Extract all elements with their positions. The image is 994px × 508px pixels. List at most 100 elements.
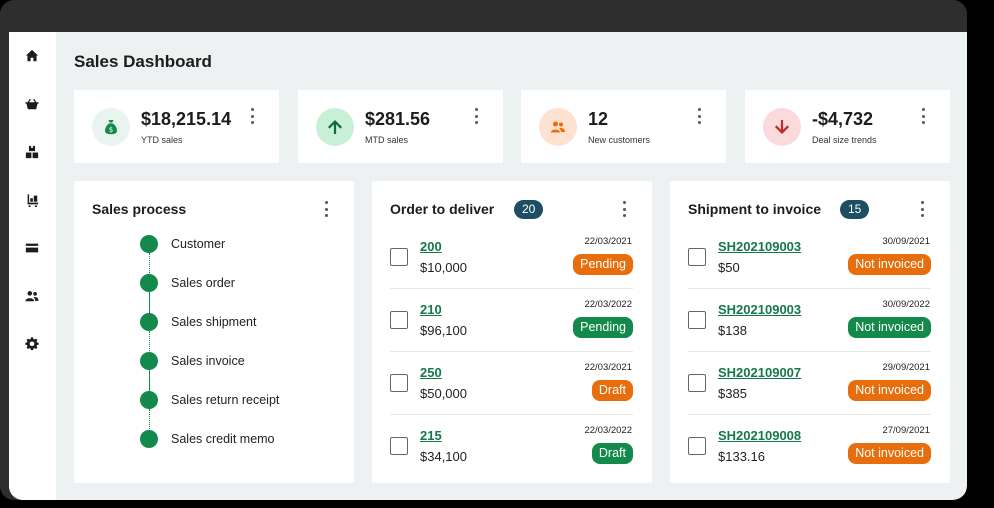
svg-text:$: $ (109, 126, 113, 134)
shipment-amount: $133.16 (718, 449, 765, 464)
people-icon (539, 108, 577, 146)
process-connector (149, 331, 150, 353)
row-checkbox[interactable] (688, 437, 706, 455)
process-connector (149, 409, 150, 431)
more-options-icon[interactable] (473, 108, 479, 124)
order-to-deliver-panel: Order to deliver 20 200 $10,000 22/03/20… (372, 181, 652, 483)
order-date: 22/03/2022 (584, 425, 632, 436)
shipment-amount: $138 (718, 323, 747, 338)
status-badge: Not invoiced (848, 443, 931, 464)
more-options-icon[interactable] (621, 201, 627, 217)
table-row: SH202109008 $133.16 27/09/2021 Not invoi… (670, 415, 950, 478)
row-checkbox[interactable] (688, 374, 706, 392)
step-dot (140, 391, 158, 409)
kpi-card-mtd-sales: $281.56 MTD sales (298, 90, 503, 163)
app-frame: Sales Dashboard $ $18,215.14 YTD sales $… (0, 0, 967, 500)
order-link[interactable]: 250 (420, 365, 442, 380)
shipment-amount: $50 (718, 260, 740, 275)
table-row: 250 $50,000 22/03/2021 Draft (372, 352, 652, 415)
shipment-to-invoice-panel: Shipment to invoice 15 SH202109003 $50 3… (670, 181, 950, 483)
table-row: 210 $96,100 22/03/2022 Pending (372, 289, 652, 352)
page-title: Sales Dashboard (74, 52, 212, 71)
status-badge: Pending (573, 317, 633, 338)
step-label: Sales shipment (171, 315, 257, 329)
arrow-down-icon (763, 108, 801, 146)
status-badge: Draft (591, 380, 633, 401)
row-checkbox[interactable] (390, 311, 408, 329)
order-amount: $10,000 (420, 260, 467, 275)
more-options-icon[interactable] (323, 201, 329, 217)
table-row: SH202109003 $138 30/09/2022 Not invoiced (670, 289, 950, 352)
order-link[interactable]: 215 (420, 428, 442, 443)
kpi-label: YTD sales (141, 135, 183, 145)
kpi-label: MTD sales (365, 135, 409, 145)
order-link[interactable]: 200 (420, 239, 442, 254)
app-window: Sales Dashboard $ $18,215.14 YTD sales $… (9, 32, 967, 500)
step-label: Sales order (171, 276, 235, 290)
order-date: 22/03/2022 (584, 299, 632, 310)
kpi-label: New customers (588, 135, 651, 145)
status-badge: Not invoiced (848, 317, 931, 338)
order-date: 22/03/2021 (584, 362, 632, 373)
kpi-value: -$4,732 (812, 109, 874, 129)
step-label: Sales invoice (171, 354, 245, 368)
shipment-link[interactable]: SH202109007 (718, 365, 801, 380)
status-badge: Pending (573, 254, 633, 275)
shipment-date: 29/09/2021 (882, 362, 930, 373)
people-icon[interactable] (23, 287, 41, 305)
row-checkbox[interactable] (390, 437, 408, 455)
sales-process-panel: Sales process Customer Sales order Sales… (74, 181, 354, 483)
forklift-icon[interactable] (23, 191, 41, 209)
row-checkbox[interactable] (688, 248, 706, 266)
panel-title: Sales process (92, 201, 187, 217)
basket-icon[interactable] (23, 95, 41, 113)
more-options-icon[interactable] (249, 108, 255, 124)
shipment-amount: $385 (718, 386, 747, 401)
more-options-icon[interactable] (919, 201, 925, 217)
count-badge: 20 (514, 200, 544, 219)
process-connector (149, 370, 150, 392)
kpi-card-ytd-sales: $ $18,215.14 YTD sales (74, 90, 279, 163)
shipment-link[interactable]: SH202109003 (718, 302, 801, 317)
row-checkbox[interactable] (390, 374, 408, 392)
status-badge: Draft (591, 443, 633, 464)
status-badge: Not invoiced (848, 254, 931, 275)
step-dot (140, 235, 158, 253)
panel-title: Shipment to invoice (688, 201, 822, 217)
panel-title: Order to deliver (390, 201, 495, 217)
step-dot (140, 313, 158, 331)
more-options-icon[interactable] (696, 108, 702, 124)
process-connector (149, 253, 150, 275)
order-amount: $96,100 (420, 323, 467, 338)
table-row: SH202109003 $50 30/09/2021 Not invoiced (670, 226, 950, 289)
table-row: 200 $10,000 22/03/2021 Pending (372, 226, 652, 289)
step-dot (140, 352, 158, 370)
sidebar (9, 32, 56, 500)
money-bag-icon: $ (92, 108, 130, 146)
kpi-value: $281.56 (365, 109, 431, 129)
row-checkbox[interactable] (390, 248, 408, 266)
step-label: Customer (171, 237, 226, 251)
shipment-date: 27/09/2021 (882, 425, 930, 436)
shipment-link[interactable]: SH202109008 (718, 428, 801, 443)
order-link[interactable]: 210 (420, 302, 442, 317)
order-date: 22/03/2021 (584, 236, 632, 247)
shipment-date: 30/09/2022 (882, 299, 930, 310)
process-connector (149, 292, 150, 314)
status-badge: Not invoiced (848, 380, 931, 401)
boxes-icon[interactable] (23, 143, 41, 161)
step-dot (140, 274, 158, 292)
step-label: Sales return receipt (171, 393, 280, 407)
row-checkbox[interactable] (688, 311, 706, 329)
order-amount: $50,000 (420, 386, 467, 401)
card-icon[interactable] (23, 239, 41, 257)
shipment-link[interactable]: SH202109003 (718, 239, 801, 254)
order-amount: $34,100 (420, 449, 467, 464)
gear-icon[interactable] (23, 335, 41, 353)
more-options-icon[interactable] (920, 108, 926, 124)
table-row: SH202109007 $385 29/09/2021 Not invoiced (670, 352, 950, 415)
home-icon[interactable] (23, 47, 41, 65)
table-row: 215 $34,100 22/03/2022 Draft (372, 415, 652, 478)
kpi-card-deal-size: -$4,732 Deal size trends (745, 90, 950, 163)
step-dot (140, 430, 158, 448)
